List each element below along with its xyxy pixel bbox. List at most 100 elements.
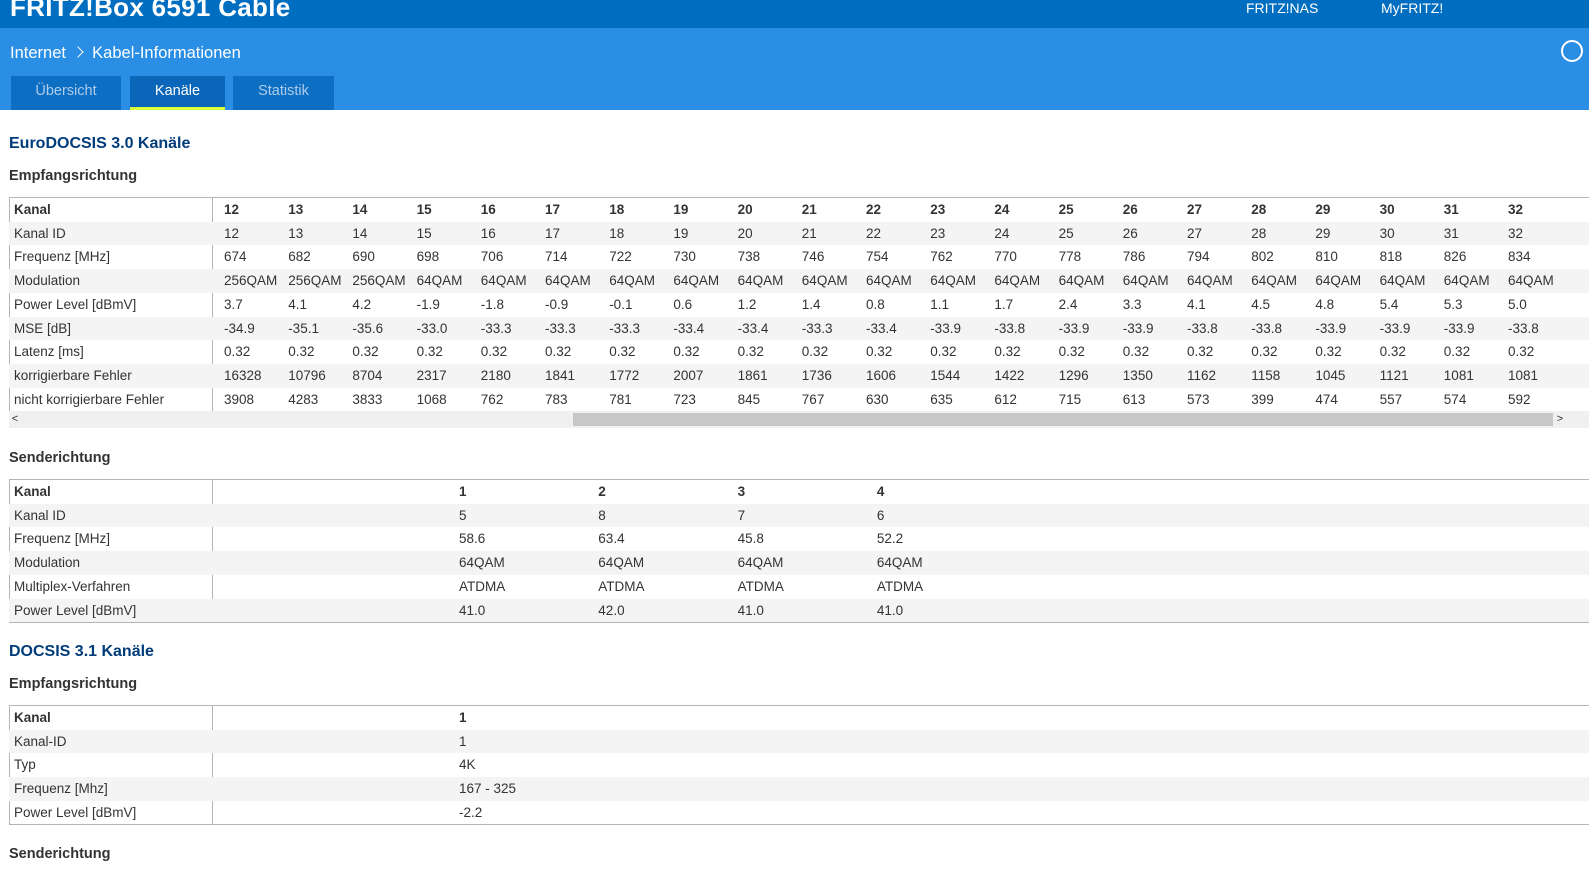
table-cell: 5 [459,507,467,523]
table-cell: 1068 [416,391,447,407]
table-cell: 630 [866,391,889,407]
table-cell: -0.1 [609,296,633,312]
table-cell: 63.4 [598,531,625,547]
table-cell: 682 [288,249,311,265]
table-cell: 64QAM [459,555,505,571]
table-cell: -35.6 [352,320,384,336]
table-cell: 1 [459,484,467,499]
fritznas-link[interactable]: FRITZ!NAS [1246,0,1318,16]
table-cell: 31 [1443,202,1459,217]
table-cell: 4.8 [1315,296,1335,312]
table-cell: 25 [1058,225,1074,241]
table-cell: 4283 [288,391,319,407]
docsis30-title: EuroDOCSIS 3.0 Kanäle [9,135,191,152]
table-cell: 834 [1508,249,1531,265]
table-scrollbar[interactable]: < > [9,411,1589,428]
row-label: Kanal-ID [14,733,67,749]
table-cell: -33.4 [866,320,897,336]
row-label: Kanal ID [14,225,66,241]
table-cell: 16 [480,225,496,241]
docsis30-upstream-title: Senderichtung [9,450,111,466]
table-cell: 399 [1251,391,1274,407]
row-label: Power Level [dBmV] [14,804,137,820]
table-cell: 1861 [737,367,768,383]
help-icon[interactable] [1561,40,1583,62]
table-cell: 2.4 [1058,296,1078,312]
table-cell: 64QAM [673,273,720,289]
table-cell: -34.9 [224,320,255,336]
table-cell: 41.0 [459,602,486,618]
table-cell: 20 [737,225,753,241]
tab-uebersicht[interactable]: Übersicht [11,76,121,110]
table-cell: -33.8 [1508,320,1539,336]
myfritz-link[interactable]: MyFRITZ! [1381,0,1443,16]
table-cell: 64QAM [1379,273,1426,289]
table-cell: 5.4 [1379,296,1399,312]
row-label: Kanal ID [14,507,66,523]
table-cell: 1.1 [930,296,949,312]
tab-kanaele[interactable]: Kanäle [130,76,225,110]
table-cell: 30 [1379,202,1395,217]
table-cell: 26 [1122,225,1138,241]
table-cell: -33.9 [1058,320,1090,336]
table-row: Multiplex-Verfahren ATDMA ATDMA ATDMA ATDMA [9,575,1589,599]
table-cell: 0.32 [1251,344,1278,360]
row-label: Latenz [ms] [14,344,84,360]
table-cell: 845 [737,391,761,407]
table-row: Kanal ID 5 8 7 6 [9,503,1589,528]
table-cell: 1081 [1443,367,1474,383]
scroll-thumb[interactable] [573,413,1553,426]
breadcrumb-internet[interactable]: Internet [10,44,66,62]
row-label: Kanal [14,202,51,217]
table-cell: 256QAM [352,273,406,289]
table-cell: 781 [609,391,632,407]
scroll-right-arrow[interactable]: > [1554,411,1566,428]
table-cell: 0.32 [673,344,700,360]
table-cell: 64QAM [1315,273,1362,289]
row-label: nicht korrigierbare Fehler [14,391,165,407]
table-cell: 0.32 [480,344,508,360]
table-cell: -33.3 [480,320,512,336]
table-cell: 1841 [545,367,576,383]
table-cell: 730 [673,249,696,265]
table-cell: 21 [801,202,817,217]
table-cell: 770 [994,249,1017,265]
table-cell: 29 [1315,225,1331,241]
table-cell: 4 [876,484,885,499]
table-cell: ATDMA [737,578,784,594]
table-cell: 1045 [1315,367,1346,383]
table-cell: 42.0 [598,602,625,618]
table-cell: 5.0 [1508,296,1527,312]
table-cell: 64QAM [737,273,784,289]
table-row: Frequenz [Mhz] 167 - 325 [9,777,1589,801]
top-bar: FRITZ!Box 6591 Cable FRITZ!NAS MyFRITZ! [0,0,1589,28]
table-cell: 635 [930,391,953,407]
table-cell: 64QAM [866,273,912,289]
table-cell: 0.32 [994,344,1021,360]
table-cell: -33.4 [737,320,769,336]
row-label: Power Level [dBmV] [14,296,137,312]
table-cell: 7 [737,507,746,523]
table-cell: 17 [545,202,561,217]
docsis30-downstream-title: Empfangsrichtung [9,168,138,184]
table-cell: 762 [480,391,504,407]
scroll-left-arrow[interactable]: < [9,411,21,428]
table-cell: 10796 [288,367,326,383]
docsis30-upstream-table: Kanal 1 2 3 4 Kanal ID 5 8 7 6 Frequenz [MHz] 58.6 6… [9,479,1589,623]
tab-statistik[interactable]: Statistik [233,76,334,110]
table-cell: 0.32 [1058,344,1085,360]
table-cell: -33.9 [1443,320,1475,336]
row-label: Typ [14,757,36,773]
table-cell: 0.32 [866,344,893,360]
table-cell: 8704 [352,367,383,383]
table-cell: 1296 [1058,367,1089,383]
row-label: Multiplex-Verfahren [14,578,131,594]
table-cell: 706 [480,249,504,265]
table-cell: 64QAM [1508,273,1554,289]
table-cell: 722 [609,249,632,265]
table-cell: 18 [609,202,625,217]
row-label: MSE [dB] [14,320,72,336]
table-cell: 21 [801,225,817,241]
table-cell: 5.3 [1443,296,1463,312]
table-header-row: Kanal 1 [9,706,1589,730]
